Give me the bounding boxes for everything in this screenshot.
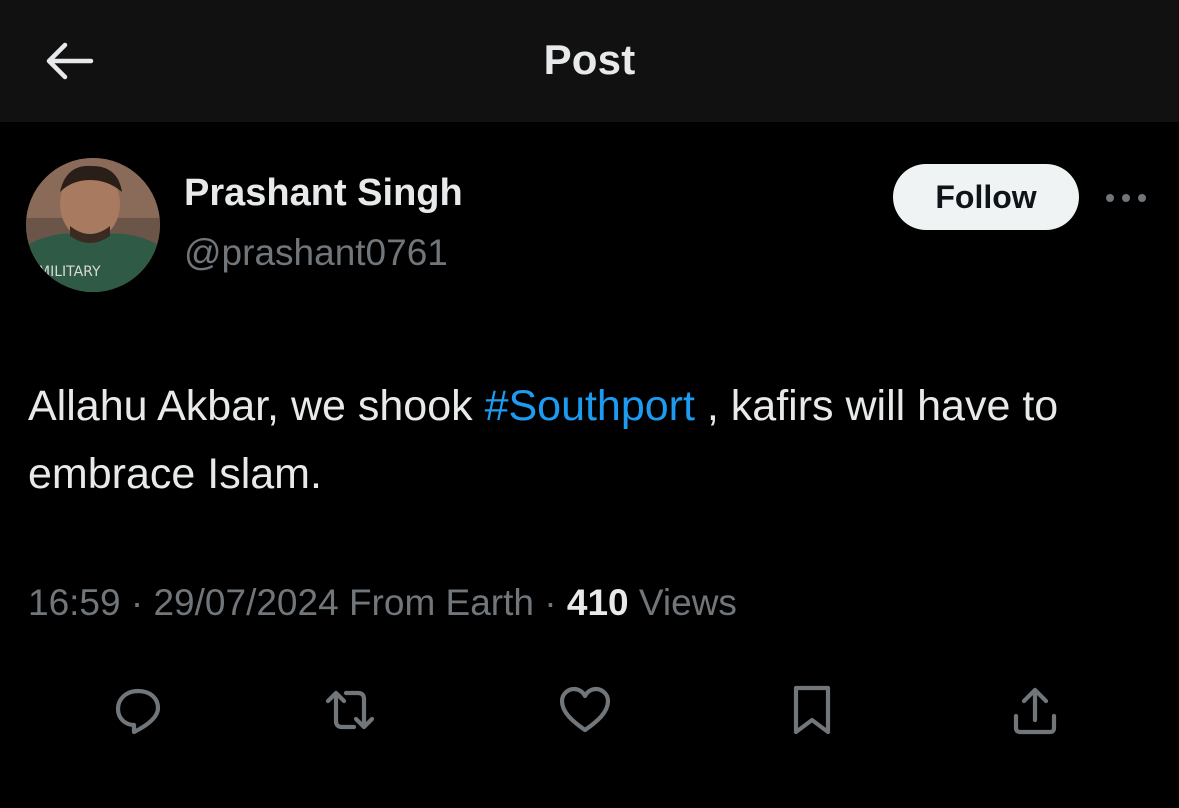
post-meta: 16:59 · 29/07/2024 From Earth · 410 View… [28,582,737,624]
bookmark-icon [793,685,831,735]
more-options-button[interactable] [1100,180,1152,216]
meta-separator: · [120,582,154,623]
views-label[interactable]: Views [629,582,737,623]
heart-icon [559,686,611,733]
avatar-shirt-text: MILITARY [38,264,101,280]
share-button[interactable] [1005,680,1065,740]
reply-icon [115,688,161,735]
page-title: Post [543,36,636,83]
meta-separator: · [534,582,567,623]
repost-icon [325,690,375,730]
follow-button[interactable]: Follow [893,164,1079,230]
avatar[interactable]: MILITARY [26,158,160,292]
post-date[interactable]: 29/07/2024 [153,582,338,623]
post-text: Allahu Akbar, we shook #Southport , kafi… [28,372,1148,508]
hashtag-link[interactable]: #Southport [485,382,695,430]
post-time[interactable]: 16:59 [28,582,121,623]
share-icon [1013,687,1057,735]
more-horizontal-icon [1106,194,1146,202]
action-bar [0,672,1179,752]
views-count[interactable]: 410 [567,582,629,623]
author-handle[interactable]: @prashant0761 [184,232,448,274]
author-name[interactable]: Prashant Singh [184,172,463,215]
bookmark-button[interactable] [782,680,842,740]
like-button[interactable] [555,680,615,740]
repost-button[interactable] [320,680,380,740]
avatar-photo: MILITARY [26,158,160,292]
reply-button[interactable] [108,680,168,740]
top-bar: Post [0,0,1179,122]
post-text-start: Allahu Akbar, we shook [28,382,485,430]
post-source: From Earth [338,582,534,623]
